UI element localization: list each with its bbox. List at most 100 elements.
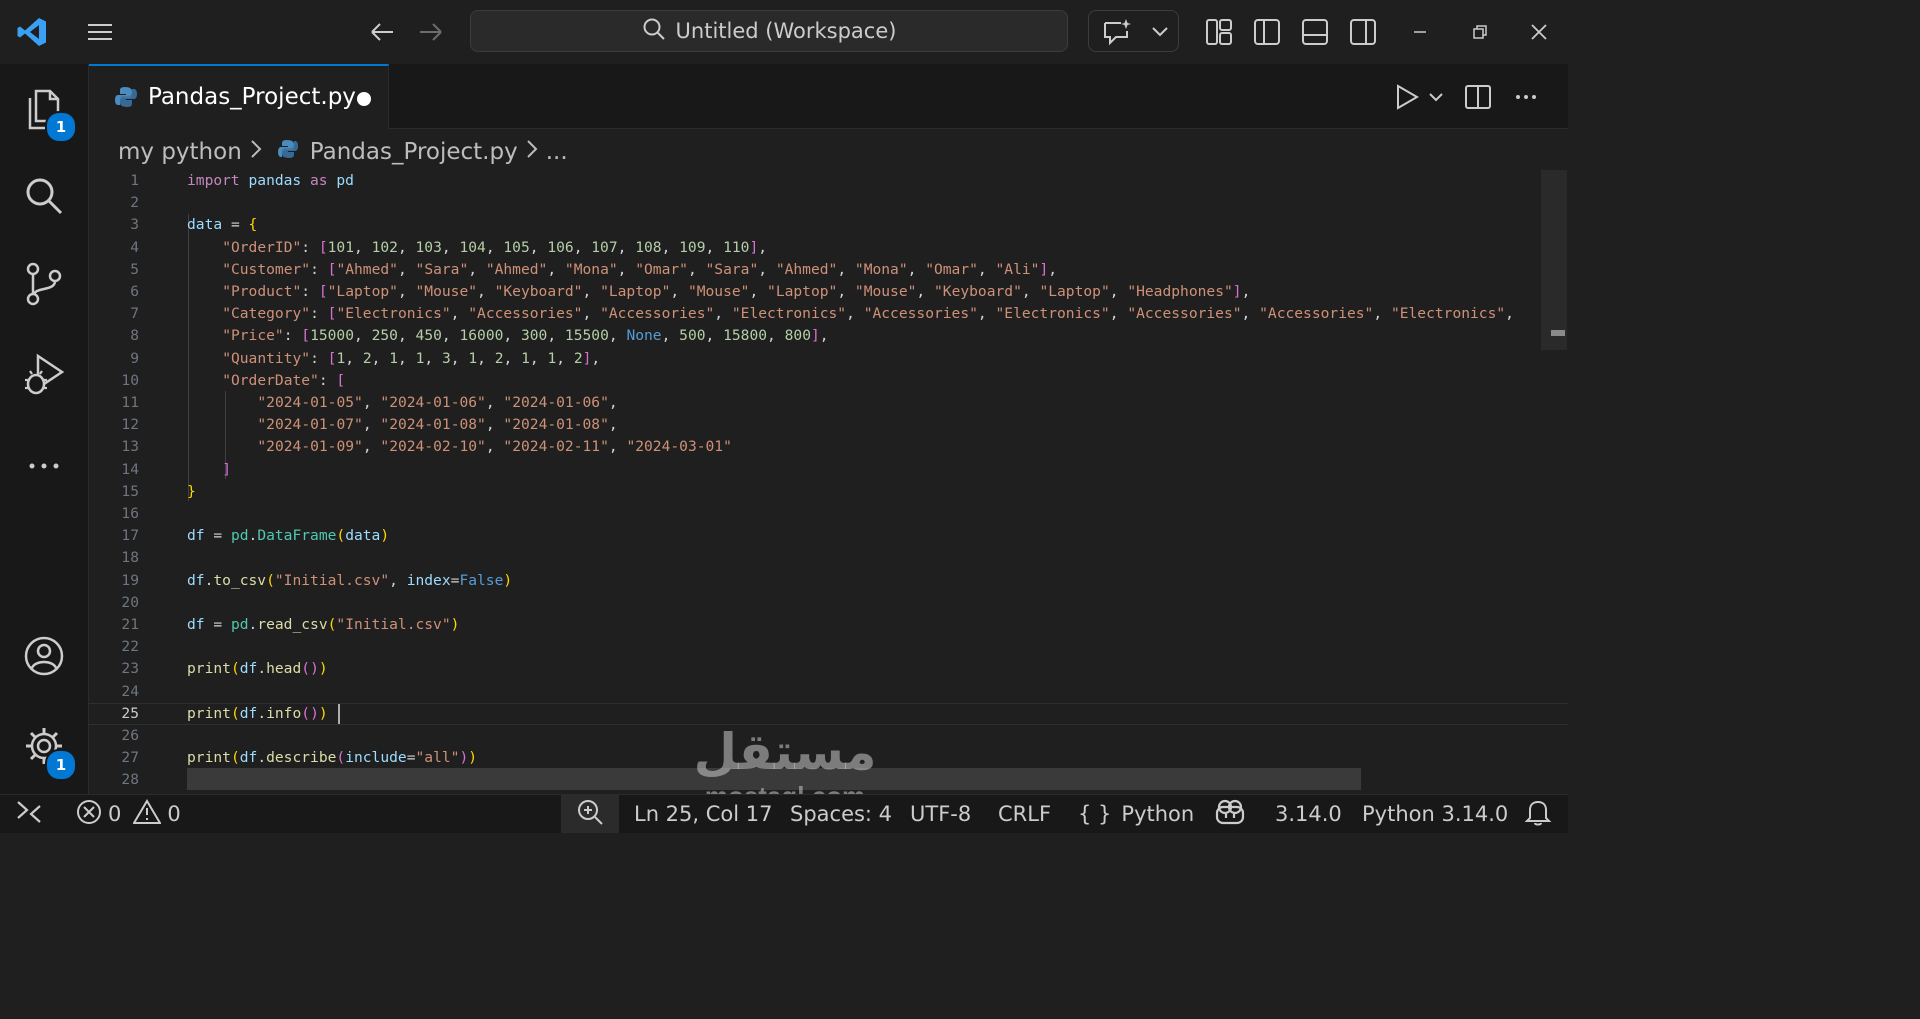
code-text: "Customer": ["Ahmed", "Sara", "Ahmed", "… (222, 260, 1058, 278)
chevron-down-icon[interactable] (1151, 23, 1169, 42)
code-line[interactable]: 14] (89, 459, 1568, 481)
more-views-button[interactable] (0, 424, 88, 504)
problems-indicator[interactable]: 0 0 (76, 795, 181, 833)
code-line[interactable]: 13 "2024-01-09", "2024-02-10", "2024-02-1… (89, 436, 1568, 458)
code-editor[interactable]: 1 import pandas as pd 2 3 data = {4 "OrderID"… (89, 170, 1568, 792)
code-line[interactable]: 8 "Price": [15000, 250, 450, 16000, 300, … (89, 325, 1568, 347)
braces-icon: { } (1078, 802, 1112, 826)
language-label: Python (1121, 802, 1195, 826)
code-text: "2024-01-05", "2024-01-06", "2024-01-06"… (257, 394, 618, 411)
toggle-panel-icon[interactable] (1297, 14, 1333, 50)
back-arrow-icon[interactable] (364, 14, 400, 50)
code-line[interactable]: 6 "Product": ["Laptop", "Mouse", "Keyboar… (89, 281, 1568, 303)
toggle-primary-sidebar-icon[interactable] (1249, 14, 1285, 50)
restore-icon[interactable] (1462, 14, 1498, 50)
code-line[interactable]: 7 "Category": ["Electronics", "Accessorie… (89, 303, 1568, 325)
zoom-in-icon (576, 798, 604, 831)
accounts-button[interactable] (0, 618, 88, 698)
manage-settings-button[interactable]: 1 (0, 708, 88, 788)
run-debug-button[interactable] (0, 336, 88, 416)
remote-icon (14, 798, 44, 831)
code-line[interactable]: 22 (89, 636, 1568, 658)
code-line[interactable]: 17 df = pd.DataFrame(data) (89, 525, 1568, 547)
code-line[interactable]: 12 "2024-01-07", "2024-01-08", "2024-01-0… (89, 414, 1568, 436)
breadcrumb-symbols[interactable]: ... (546, 139, 568, 165)
line-number: 15 (121, 482, 139, 500)
line-number: 1 (130, 172, 139, 189)
line-number: 21 (121, 616, 139, 633)
activity-bar: 1 1 (0, 64, 89, 794)
line-number: 20 (121, 593, 139, 611)
code-text: data = { (187, 216, 258, 234)
unsaved-dot-icon[interactable] (357, 92, 371, 106)
line-number: 8 (130, 327, 139, 345)
run-chevron-down-icon[interactable] (1424, 84, 1448, 110)
line-number: 25 (121, 704, 139, 722)
explorer-button[interactable]: 1 (0, 72, 88, 152)
python-interpreter[interactable]: Python 3.14.0 (1362, 795, 1508, 833)
line-number: 10 (121, 371, 139, 389)
python-version[interactable]: 3.14.0 (1275, 795, 1342, 833)
encoding[interactable]: UTF-8 (910, 795, 971, 833)
line-number: 11 (121, 394, 139, 411)
notifications-button[interactable] (1524, 795, 1552, 833)
code-line[interactable]: 15} (89, 481, 1568, 503)
code-line[interactable]: 24 (89, 681, 1568, 703)
end-of-line[interactable]: CRLF (998, 795, 1051, 833)
vscode-logo-icon (12, 12, 52, 52)
code-line[interactable]: 21 df = pd.read_csv("Initial.csv") (89, 614, 1568, 636)
line-number: 9 (130, 349, 139, 367)
code-line[interactable]: 10 "OrderDate": [ (89, 370, 1568, 392)
customize-layout-icon[interactable] (1201, 14, 1237, 50)
source-control-button[interactable] (0, 246, 88, 326)
close-icon[interactable] (1521, 14, 1557, 50)
tab-pandas-project[interactable]: Pandas_Project.py (89, 64, 389, 129)
zoom-button[interactable] (561, 795, 619, 833)
remote-indicator[interactable] (14, 795, 44, 833)
line-number: 5 (130, 260, 139, 278)
forward-arrow-icon[interactable] (413, 14, 449, 50)
code-line[interactable]: 20 (89, 592, 1568, 614)
language-mode[interactable]: { } Python (1078, 795, 1194, 833)
line-number: 2 (130, 194, 139, 212)
run-debug-icon (22, 352, 66, 400)
code-line[interactable]: 18 (89, 547, 1568, 569)
menu-icon[interactable] (82, 14, 118, 50)
line-number: 6 (130, 283, 139, 300)
minimize-icon[interactable] (1402, 14, 1438, 50)
more-actions-icon[interactable] (1509, 80, 1543, 114)
overview-ruler-marker (1551, 330, 1565, 336)
copilot-chat-button[interactable] (1088, 10, 1179, 52)
breadcrumb-folder[interactable]: my python (118, 139, 242, 165)
code-line[interactable]: 3 data = { (89, 214, 1568, 236)
code-text: "Product": ["Laptop", "Mouse", "Keyboard… (222, 283, 1251, 300)
copilot-status[interactable] (1214, 795, 1246, 833)
error-icon (76, 799, 102, 830)
breadcrumb-file[interactable]: Pandas_Project.py (310, 139, 518, 165)
warning-icon (132, 798, 163, 830)
run-python-file-icon[interactable] (1390, 80, 1424, 114)
python-file-icon (115, 86, 137, 112)
command-center-search[interactable]: Untitled (Workspace) (470, 10, 1068, 52)
line-number: 18 (121, 549, 139, 567)
code-text: print(df.info()) (187, 704, 328, 722)
cursor-position[interactable]: Ln 25, Col 17 (634, 795, 773, 833)
code-line[interactable]: 16 (89, 503, 1568, 525)
code-line[interactable]: 19 df.to_csv("Initial.csv", index=False) (89, 570, 1568, 592)
split-editor-icon[interactable] (1461, 80, 1495, 114)
code-line[interactable]: 2 (89, 192, 1568, 214)
source-control-icon (23, 261, 65, 311)
code-line[interactable]: 5 "Customer": ["Ahmed", "Sara", "Ahmed", … (89, 259, 1568, 281)
code-text: "Category": ["Electronics", "Accessories… (222, 305, 1514, 323)
search-view-button[interactable] (0, 158, 88, 238)
code-line[interactable]: 4 "OrderID": [101, 102, 103, 104, 105, 10… (89, 237, 1568, 259)
code-line[interactable]: 23 print(df.head()) (89, 658, 1568, 680)
line-number: 13 (121, 438, 139, 456)
vertical-scrollbar[interactable] (1541, 170, 1567, 350)
indentation[interactable]: Spaces: 4 (790, 795, 892, 833)
code-line[interactable]: 1 import pandas as pd (89, 170, 1568, 192)
code-line[interactable]: 9 "Quantity": [1, 2, 1, 1, 3, 1, 2, 1, 1,… (89, 348, 1568, 370)
toggle-secondary-sidebar-icon[interactable] (1345, 14, 1381, 50)
error-count: 0 (108, 802, 122, 826)
code-line[interactable]: 11 "2024-01-05", "2024-01-06", "2024-01-0… (89, 392, 1568, 414)
